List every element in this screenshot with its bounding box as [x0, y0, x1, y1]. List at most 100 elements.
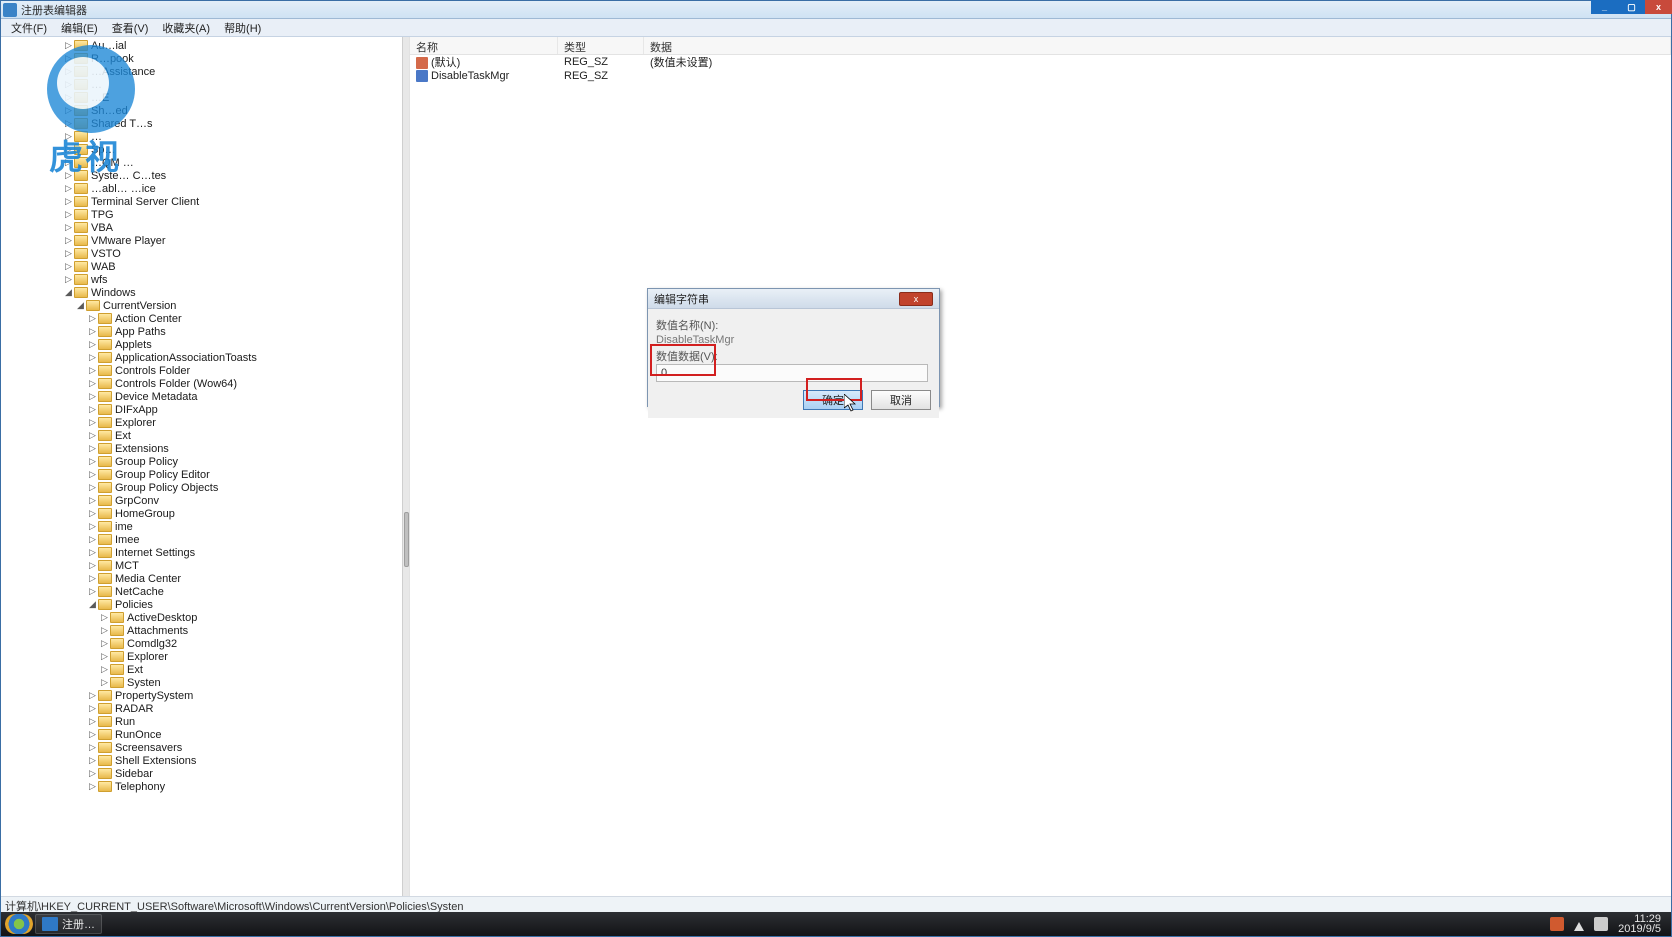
expander-icon[interactable]: ◢ — [75, 300, 86, 311]
tree-node[interactable]: ▷Shared T…s — [3, 117, 409, 130]
expander-icon[interactable]: ▷ — [87, 365, 98, 376]
expander-icon[interactable]: ▷ — [87, 521, 98, 532]
dialog-titlebar[interactable]: 编辑字符串 x — [648, 289, 939, 309]
tree-pane[interactable]: ▷Au…ial▷R…pook▷…Assistance▷…▷…E▷Sh…ed▷Sh… — [1, 37, 410, 896]
expander-icon[interactable]: ▷ — [87, 391, 98, 402]
expander-icon[interactable]: ▷ — [87, 378, 98, 389]
tree-node[interactable]: ▷…E — [3, 91, 409, 104]
tree-node[interactable]: ▷Action Center — [3, 312, 409, 325]
start-button[interactable] — [5, 914, 33, 934]
maximize-button[interactable]: ▢ — [1618, 0, 1645, 14]
tree-node[interactable]: ▷Explorer — [3, 416, 409, 429]
tree-node[interactable]: ▷…Assistance — [3, 65, 409, 78]
tree-node[interactable]: ▷Comdlg32 — [3, 637, 409, 650]
expander-icon[interactable]: ▷ — [99, 625, 110, 636]
expander-icon[interactable]: ▷ — [87, 482, 98, 493]
tree-node[interactable]: ▷VMware Player — [3, 234, 409, 247]
expander-icon[interactable]: ▷ — [87, 768, 98, 779]
value-data-input[interactable] — [656, 364, 928, 382]
tree-node[interactable]: ▷Terminal Server Client — [3, 195, 409, 208]
tree-node[interactable]: ▷Telephony — [3, 780, 409, 793]
expander-icon[interactable]: ▷ — [87, 417, 98, 428]
expander-icon[interactable]: ▷ — [63, 118, 74, 129]
tree-node[interactable]: ▷…QM … — [3, 156, 409, 169]
expander-icon[interactable]: ▷ — [87, 573, 98, 584]
tree-node[interactable]: ▷WAB — [3, 260, 409, 273]
tree-node[interactable]: ▷RunOnce — [3, 728, 409, 741]
expander-icon[interactable]: ▷ — [87, 703, 98, 714]
tree-node[interactable]: ▷PropertySystem — [3, 689, 409, 702]
tree-node[interactable]: ▷ActiveDesktop — [3, 611, 409, 624]
expander-icon[interactable]: ▷ — [87, 313, 98, 324]
expander-icon[interactable]: ▷ — [87, 560, 98, 571]
expander-icon[interactable]: ▷ — [63, 170, 74, 181]
ok-button[interactable]: 确定 — [803, 390, 863, 410]
tree-node[interactable]: ▷R…pook — [3, 52, 409, 65]
tree-node[interactable]: ▷NetCache — [3, 585, 409, 598]
col-name[interactable]: 名称 — [410, 37, 558, 54]
tray-ime-icon[interactable] — [1550, 917, 1564, 931]
tray-network-icon[interactable] — [1594, 917, 1608, 931]
tree-node[interactable]: ◢CurrentVersion — [3, 299, 409, 312]
col-data[interactable]: 数据 — [644, 37, 1671, 54]
expander-icon[interactable]: ▷ — [87, 534, 98, 545]
expander-icon[interactable]: ▷ — [99, 612, 110, 623]
tree-node[interactable]: ▷GrpConv — [3, 494, 409, 507]
expander-icon[interactable]: ▷ — [87, 404, 98, 415]
tree-node[interactable]: ▷App Paths — [3, 325, 409, 338]
col-type[interactable]: 类型 — [558, 37, 644, 54]
tree-node[interactable]: ▷ime — [3, 520, 409, 533]
expander-icon[interactable]: ▷ — [87, 755, 98, 766]
expander-icon[interactable]: ▷ — [87, 586, 98, 597]
tree-node[interactable]: ▷VBA — [3, 221, 409, 234]
tree-node[interactable]: ▷Media Center — [3, 572, 409, 585]
expander-icon[interactable]: ▷ — [87, 326, 98, 337]
scrollbar-thumb[interactable] — [404, 512, 409, 567]
tree-node[interactable]: ▷Shell Extensions — [3, 754, 409, 767]
expander-icon[interactable]: ▷ — [99, 638, 110, 649]
expander-icon[interactable]: ▷ — [87, 495, 98, 506]
expander-icon[interactable]: ▷ — [87, 352, 98, 363]
tree-node[interactable]: ▷Explorer — [3, 650, 409, 663]
expander-icon[interactable]: ▷ — [63, 248, 74, 259]
tree-node[interactable]: ▷Group Policy Objects — [3, 481, 409, 494]
tree-node[interactable]: ▷Internet Settings — [3, 546, 409, 559]
tree-node[interactable]: ▷Sp… — [3, 143, 409, 156]
tree-node[interactable]: ▷Extensions — [3, 442, 409, 455]
menu-help[interactable]: 帮助(H) — [218, 19, 267, 37]
tree-node[interactable]: ▷Screensavers — [3, 741, 409, 754]
expander-icon[interactable]: ▷ — [63, 92, 74, 103]
tree-node[interactable]: ▷Systen — [3, 676, 409, 689]
tree-node[interactable]: ▷…abl… …ice — [3, 182, 409, 195]
expander-icon[interactable]: ▷ — [87, 443, 98, 454]
tree-node[interactable]: ▷RADAR — [3, 702, 409, 715]
tree-node[interactable]: ◢Policies — [3, 598, 409, 611]
expander-icon[interactable]: ▷ — [87, 469, 98, 480]
tree-node[interactable]: ▷TPG — [3, 208, 409, 221]
menu-file[interactable]: 文件(F) — [5, 19, 53, 37]
menu-view[interactable]: 查看(V) — [106, 19, 155, 37]
tree-node[interactable]: ▷Sh…ed — [3, 104, 409, 117]
tree-node[interactable]: ▷Group Policy Editor — [3, 468, 409, 481]
tree-node[interactable]: ▷MCT — [3, 559, 409, 572]
taskbar-app-regedit[interactable]: 注册… — [35, 914, 102, 934]
expander-icon[interactable]: ▷ — [63, 105, 74, 116]
expander-icon[interactable]: ▷ — [87, 456, 98, 467]
tree-node[interactable]: ◢Windows — [3, 286, 409, 299]
tree-scrollbar[interactable] — [402, 37, 409, 896]
expander-icon[interactable]: ▷ — [63, 222, 74, 233]
tree-node[interactable]: ▷Controls Folder (Wow64) — [3, 377, 409, 390]
expander-icon[interactable]: ▷ — [87, 729, 98, 740]
expander-icon[interactable]: ▷ — [63, 131, 74, 142]
expander-icon[interactable]: ▷ — [87, 339, 98, 350]
tree-node[interactable]: ▷Applets — [3, 338, 409, 351]
tree-node[interactable]: ▷Run — [3, 715, 409, 728]
tree-node[interactable]: ▷Controls Folder — [3, 364, 409, 377]
expander-icon[interactable]: ▷ — [87, 547, 98, 558]
cancel-button[interactable]: 取消 — [871, 390, 931, 410]
expander-icon[interactable]: ▷ — [63, 157, 74, 168]
tree-node[interactable]: ▷Syste… C…tes — [3, 169, 409, 182]
expander-icon[interactable]: ▷ — [63, 53, 74, 64]
tree-node[interactable]: ▷Attachments — [3, 624, 409, 637]
expander-icon[interactable]: ◢ — [87, 599, 98, 610]
